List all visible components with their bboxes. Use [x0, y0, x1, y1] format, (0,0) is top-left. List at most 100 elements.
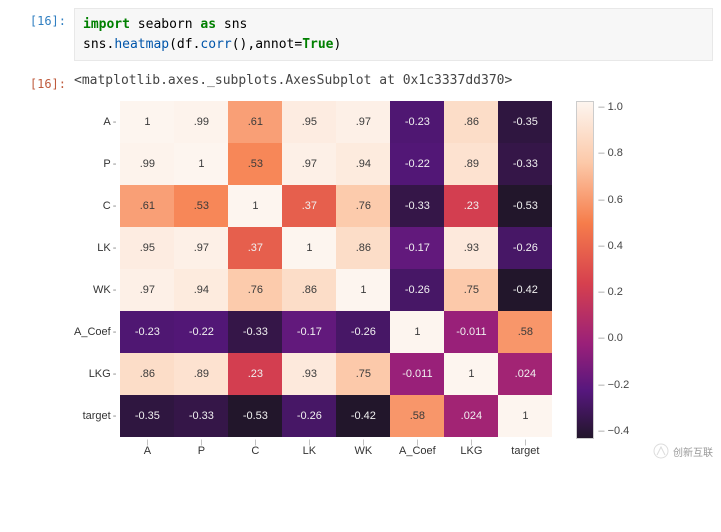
- heatmap-cell: .024: [498, 353, 552, 395]
- heatmap-cell: 1: [282, 227, 336, 269]
- y-tick-label: WK: [74, 269, 120, 311]
- x-tick-label: LK: [282, 437, 336, 457]
- heatmap-cell: -0.23: [120, 311, 174, 353]
- heatmap-cell: .97: [174, 227, 228, 269]
- heatmap-cell: -0.33: [174, 395, 228, 437]
- heatmap-cell: -0.17: [282, 311, 336, 353]
- heatmap-cell: 1: [498, 395, 552, 437]
- heatmap-cell: .93: [444, 227, 498, 269]
- heatmap-cell: -0.011: [444, 311, 498, 353]
- x-tick-label: A: [120, 437, 174, 457]
- x-tick-label: P: [174, 437, 228, 457]
- heatmap-cell: .024: [444, 395, 498, 437]
- code-text: (df.: [169, 37, 200, 52]
- kw-true: True: [302, 37, 333, 52]
- heatmap-cell: .99: [174, 101, 228, 143]
- input-prompt: [16]:: [8, 8, 74, 28]
- heatmap-cell: -0.33: [228, 311, 282, 353]
- heatmap-cell: -0.35: [498, 101, 552, 143]
- heatmap-cell: .95: [282, 101, 336, 143]
- keyword-as: as: [200, 17, 216, 32]
- heatmap-cell: .89: [444, 143, 498, 185]
- colorbar-tick: 0.2: [598, 286, 629, 298]
- x-tick-label: LKG: [444, 437, 498, 457]
- heatmap-cell: .23: [444, 185, 498, 227]
- colorbar-tick: 0.4: [598, 240, 629, 252]
- heatmap-cell: .86: [336, 227, 390, 269]
- heatmap-cell: 1: [444, 353, 498, 395]
- x-tick-label: target: [498, 437, 552, 457]
- colorbar-gradient: [576, 101, 594, 439]
- colorbar-tick: −0.4: [598, 425, 629, 437]
- heatmap-cell: -0.42: [498, 269, 552, 311]
- heatmap-cell: .95: [120, 227, 174, 269]
- heatmap-cell: 1: [390, 311, 444, 353]
- colorbar: 1.00.80.60.40.20.0−0.2−0.4: [576, 101, 629, 437]
- heatmap-cell: .75: [444, 269, 498, 311]
- y-tick-label: LKG: [74, 353, 120, 395]
- heatmap-cell: -0.17: [390, 227, 444, 269]
- code-text: sns: [216, 17, 247, 32]
- heatmap-figure: APCLKWKA_CoefLKGtarget 1.99.61.95.97-0.2…: [74, 101, 713, 457]
- code-text: sns.: [83, 37, 114, 52]
- heatmap-cell: .86: [444, 101, 498, 143]
- heatmap-cell: .58: [498, 311, 552, 353]
- heatmap-cell: -0.53: [228, 395, 282, 437]
- heatmap-cell: -0.42: [336, 395, 390, 437]
- heatmap-body: APCLKWKA_CoefLKGtarget 1.99.61.95.97-0.2…: [74, 101, 552, 457]
- x-tick-label: C: [228, 437, 282, 457]
- colorbar-tick: 1.0: [598, 101, 629, 113]
- heatmap-cell: .53: [228, 143, 282, 185]
- heatmap-cell: .61: [120, 185, 174, 227]
- heatmap-cell: .37: [228, 227, 282, 269]
- heatmap-cell: -0.26: [498, 227, 552, 269]
- heatmap-cell: .97: [120, 269, 174, 311]
- code-input[interactable]: import seaborn as sns sns.heatmap(df.cor…: [74, 8, 713, 61]
- watermark-icon: [653, 443, 669, 459]
- heatmap-cell: -0.33: [498, 143, 552, 185]
- heatmap-cell: .23: [228, 353, 282, 395]
- y-tick-label: C: [74, 185, 120, 227]
- x-tick-label: WK: [336, 437, 390, 457]
- heatmap-cell: -0.35: [120, 395, 174, 437]
- heatmap-cell: 1: [174, 143, 228, 185]
- heatmap-grid: 1.99.61.95.97-0.23.86-0.35.991.53.97.94-…: [120, 101, 552, 437]
- colorbar-tick: −0.2: [598, 379, 629, 391]
- output-cell: [16]: <matplotlib.axes._subplots.AxesSub…: [8, 71, 713, 91]
- output-text: <matplotlib.axes._subplots.AxesSubplot a…: [74, 71, 713, 88]
- heatmap-cell: .86: [120, 353, 174, 395]
- x-axis-labels: APCLKWKA_CoefLKGtarget: [120, 437, 552, 457]
- y-axis-labels: APCLKWKA_CoefLKGtarget: [74, 101, 120, 457]
- heatmap-cell: .93: [282, 353, 336, 395]
- heatmap-cell: .94: [336, 143, 390, 185]
- y-tick-label: P: [74, 143, 120, 185]
- heatmap-cell: .89: [174, 353, 228, 395]
- heatmap-cell: -0.26: [282, 395, 336, 437]
- colorbar-tick: 0.8: [598, 147, 629, 159]
- heatmap-cell: 1: [120, 101, 174, 143]
- heatmap-cell: .76: [228, 269, 282, 311]
- heatmap-cell: -0.53: [498, 185, 552, 227]
- code-cell: [16]: import seaborn as sns sns.heatmap(…: [8, 8, 713, 61]
- heatmap-cell: .53: [174, 185, 228, 227]
- y-tick-label: A_Coef: [74, 311, 120, 353]
- fn-corr: corr: [200, 37, 231, 52]
- heatmap-cell: -0.22: [390, 143, 444, 185]
- heatmap-cell: 1: [228, 185, 282, 227]
- heatmap-cell: -0.011: [390, 353, 444, 395]
- colorbar-tick: 0.6: [598, 194, 629, 206]
- heatmap-cell: .61: [228, 101, 282, 143]
- output-prompt: [16]:: [8, 71, 74, 91]
- y-tick-label: A: [74, 101, 120, 143]
- heatmap-cell: -0.26: [336, 311, 390, 353]
- fn-heatmap: heatmap: [114, 37, 169, 52]
- heatmap-cell: .86: [282, 269, 336, 311]
- colorbar-ticks: 1.00.80.60.40.20.0−0.2−0.4: [598, 101, 629, 437]
- code-text: seaborn: [130, 17, 200, 32]
- heatmap-cell: .97: [336, 101, 390, 143]
- heatmap-cell: .75: [336, 353, 390, 395]
- code-text: ): [334, 37, 342, 52]
- heatmap-cell: -0.26: [390, 269, 444, 311]
- heatmap-cell: 1: [336, 269, 390, 311]
- heatmap-cell: .58: [390, 395, 444, 437]
